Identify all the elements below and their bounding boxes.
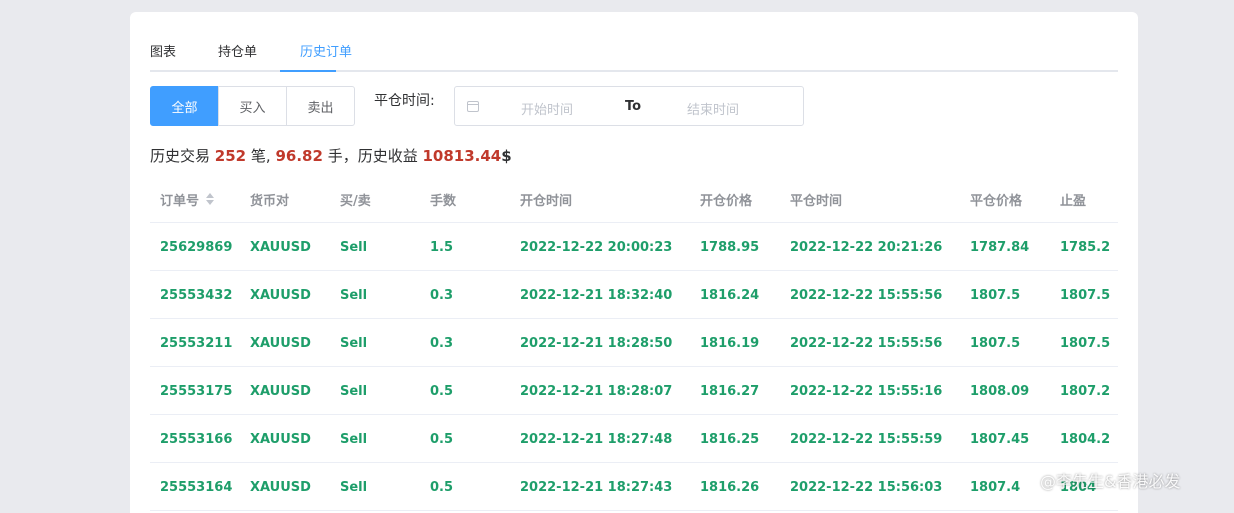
history-orders-table: 订单号 货币对 买/卖 手数 开仓时间 开仓价格 平仓时间 平仓价格 止盈 25… bbox=[150, 175, 1118, 511]
side-filter: 全部 买入 卖出 bbox=[150, 86, 355, 126]
close-time-cell: 2022-12-22 15:55:56 bbox=[790, 335, 943, 351]
column-header-side: 买/卖 bbox=[340, 193, 371, 209]
close-price-cell: 1807.45 bbox=[970, 431, 1030, 447]
open-price-cell: 1816.26 bbox=[700, 479, 760, 495]
close-time-cell: 2022-12-22 15:56:03 bbox=[790, 479, 943, 495]
lots-cell: 0.3 bbox=[430, 335, 454, 351]
close-price-cell: 1808.09 bbox=[970, 383, 1030, 399]
currency-symbol: $ bbox=[501, 147, 512, 165]
symbol-cell: XAUUSD bbox=[250, 431, 311, 447]
tab-open-positions[interactable]: 持仓单 bbox=[218, 44, 257, 62]
side-cell: Sell bbox=[340, 335, 368, 351]
close-time-label: 平仓时间: bbox=[374, 93, 435, 109]
history-summary: 历史交易 252 笔, 96.82 手，历史收益 10813.44$ bbox=[150, 145, 512, 166]
take-profit-cell: 1807.2 bbox=[1060, 383, 1111, 399]
tab-bar: 图表 持仓单 历史订单 bbox=[150, 12, 1118, 72]
lots-cell: 0.5 bbox=[430, 383, 454, 399]
column-header-lots: 手数 bbox=[430, 193, 457, 209]
symbol-cell: XAUUSD bbox=[250, 239, 311, 255]
open-time-cell: 2022-12-21 18:27:43 bbox=[520, 479, 673, 495]
column-header-open-time: 开仓时间 bbox=[520, 193, 573, 209]
open-price-cell: 1816.27 bbox=[700, 383, 760, 399]
symbol-cell: XAUUSD bbox=[250, 335, 311, 351]
close-time-range-picker[interactable]: 开始时间 To 结束时间 bbox=[454, 86, 804, 126]
open-time-cell: 2022-12-22 20:00:23 bbox=[520, 239, 673, 255]
open-time-cell: 2022-12-21 18:32:40 bbox=[520, 287, 673, 303]
lots-cell: 0.5 bbox=[430, 479, 454, 495]
column-header-order-id[interactable]: 订单号 bbox=[160, 175, 215, 223]
order-id-cell: 25553166 bbox=[160, 431, 233, 447]
trade-count: 252 bbox=[214, 147, 247, 165]
active-tab-indicator bbox=[280, 70, 336, 72]
symbol-cell: XAUUSD bbox=[250, 479, 311, 495]
close-time-cell: 2022-12-22 15:55:16 bbox=[790, 383, 943, 399]
open-time-cell: 2022-12-21 18:28:50 bbox=[520, 335, 673, 351]
column-header-open-price: 开仓价格 bbox=[700, 193, 753, 209]
open-time-cell: 2022-12-21 18:28:07 bbox=[520, 383, 673, 399]
order-id-cell: 25553175 bbox=[160, 383, 233, 399]
sort-icon[interactable] bbox=[205, 192, 215, 206]
start-date-input[interactable]: 开始时间 bbox=[521, 99, 573, 118]
order-id-cell: 25553164 bbox=[160, 479, 233, 495]
total-profit: 10813.44 bbox=[422, 147, 502, 165]
end-date-input[interactable]: 结束时间 bbox=[687, 99, 739, 118]
take-profit-cell: 1807.5 bbox=[1060, 335, 1111, 351]
table-row: 25553432 XAUUSD Sell 0.3 2022-12-21 18:3… bbox=[150, 271, 1118, 319]
table-row: 25553175 XAUUSD Sell 0.5 2022-12-21 18:2… bbox=[150, 367, 1118, 415]
filter-sell-button[interactable]: 卖出 bbox=[286, 86, 355, 126]
open-price-cell: 1816.25 bbox=[700, 431, 760, 447]
take-profit-cell: 1804.2 bbox=[1060, 431, 1111, 447]
open-time-cell: 2022-12-21 18:27:48 bbox=[520, 431, 673, 447]
open-price-cell: 1816.24 bbox=[700, 287, 760, 303]
side-cell: Sell bbox=[340, 431, 368, 447]
lots-cell: 1.5 bbox=[430, 239, 454, 255]
total-lots: 96.82 bbox=[275, 147, 323, 165]
symbol-cell: XAUUSD bbox=[250, 287, 311, 303]
order-id-cell: 25553211 bbox=[160, 335, 233, 351]
take-profit-cell: 1785.2 bbox=[1060, 239, 1111, 255]
table-row: 25553166 XAUUSD Sell 0.5 2022-12-21 18:2… bbox=[150, 415, 1118, 463]
close-price-cell: 1807.4 bbox=[970, 479, 1021, 495]
column-header-take-profit: 止盈 bbox=[1060, 193, 1087, 209]
close-time-cell: 2022-12-22 15:55:56 bbox=[790, 287, 943, 303]
order-id-cell: 25629869 bbox=[160, 239, 233, 255]
table-row: 25553164 XAUUSD Sell 0.5 2022-12-21 18:2… bbox=[150, 463, 1118, 511]
tab-chart[interactable]: 图表 bbox=[150, 44, 176, 62]
calendar-icon bbox=[467, 101, 479, 112]
table-row: 25629869 XAUUSD Sell 1.5 2022-12-22 20:0… bbox=[150, 223, 1118, 271]
tab-history-orders[interactable]: 历史订单 bbox=[300, 44, 352, 62]
open-price-cell: 1788.95 bbox=[700, 239, 760, 255]
trade-count-unit: 笔, bbox=[250, 147, 271, 165]
history-orders-panel: 图表 持仓单 历史订单 全部 买入 卖出 平仓时间: 开始时间 To 结束时间 … bbox=[130, 12, 1138, 513]
table-header-row: 订单号 货币对 买/卖 手数 开仓时间 开仓价格 平仓时间 平仓价格 止盈 bbox=[150, 175, 1118, 223]
table-body: 25629869 XAUUSD Sell 1.5 2022-12-22 20:0… bbox=[150, 223, 1118, 511]
column-header-symbol: 货币对 bbox=[250, 193, 290, 209]
close-time-cell: 2022-12-22 15:55:59 bbox=[790, 431, 943, 447]
close-price-cell: 1807.5 bbox=[970, 287, 1021, 303]
table-row: 25553211 XAUUSD Sell 0.3 2022-12-21 18:2… bbox=[150, 319, 1118, 367]
close-price-cell: 1807.5 bbox=[970, 335, 1021, 351]
lots-cell: 0.5 bbox=[430, 431, 454, 447]
lots-unit: 手，历史收益 bbox=[327, 147, 418, 165]
column-header-close-time: 平仓时间 bbox=[790, 193, 843, 209]
watermark: @李先生&香港必发 bbox=[1040, 472, 1181, 491]
close-price-cell: 1787.84 bbox=[970, 239, 1030, 255]
range-separator: To bbox=[625, 99, 642, 114]
filter-buy-button[interactable]: 买入 bbox=[218, 86, 287, 126]
summary-prefix: 历史交易 bbox=[150, 147, 211, 165]
side-cell: Sell bbox=[340, 287, 368, 303]
take-profit-cell: 1807.5 bbox=[1060, 287, 1111, 303]
symbol-cell: XAUUSD bbox=[250, 383, 311, 399]
side-cell: Sell bbox=[340, 383, 368, 399]
open-price-cell: 1816.19 bbox=[700, 335, 760, 351]
close-time-cell: 2022-12-22 20:21:26 bbox=[790, 239, 943, 255]
order-id-cell: 25553432 bbox=[160, 287, 233, 303]
side-cell: Sell bbox=[340, 239, 368, 255]
side-cell: Sell bbox=[340, 479, 368, 495]
lots-cell: 0.3 bbox=[430, 287, 454, 303]
column-header-close-price: 平仓价格 bbox=[970, 193, 1023, 209]
filter-all-button[interactable]: 全部 bbox=[150, 86, 219, 126]
